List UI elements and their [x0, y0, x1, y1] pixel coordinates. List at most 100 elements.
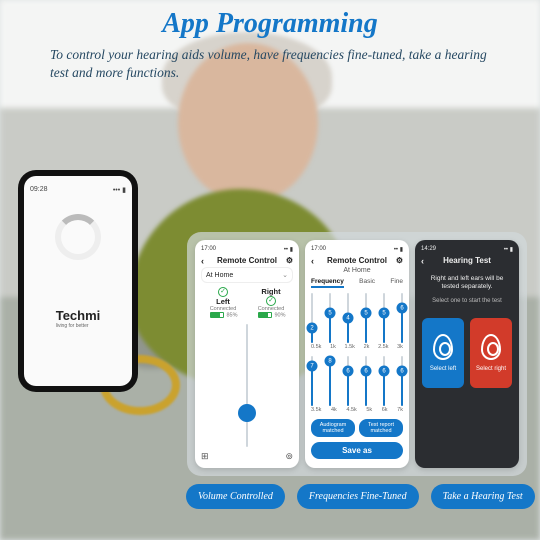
eq-bank-top[interactable]: 254556	[311, 293, 403, 343]
select-left-label: Select left	[430, 366, 456, 372]
eq-value: 5	[325, 308, 336, 319]
instruction-text: Right and left ears will be tested separ…	[427, 275, 507, 292]
eq-value: 8	[325, 356, 336, 367]
preset-chip[interactable]: Test report matched	[359, 419, 403, 437]
eq-freq-label: 3.5k	[311, 407, 321, 413]
mode-label: At Home	[311, 267, 403, 274]
brand-logo: Techmi living for better	[56, 308, 101, 329]
eq-slider[interactable]: 6	[365, 356, 367, 406]
screen-title: Remote Control	[327, 256, 387, 265]
eq-tabs: Frequency Basic Fine	[311, 278, 403, 288]
select-right-button[interactable]: Select right	[470, 318, 512, 388]
eq-slider[interactable]: 6	[383, 356, 385, 406]
eq-slider[interactable]: 6	[401, 356, 403, 406]
eq-slider[interactable]: 7	[311, 356, 313, 406]
eq-freq-label: 3k	[397, 344, 403, 350]
eq-freq-label: 1k	[330, 344, 336, 350]
preset-chip[interactable]: Audiogram matched	[311, 419, 355, 437]
feature-pill: Take a Hearing Test	[431, 484, 535, 509]
tab-frequency[interactable]: Frequency	[311, 278, 344, 288]
left-label: Left	[201, 297, 245, 306]
eq-freq-label: 5k	[366, 407, 372, 413]
status-bar: 09:28 ••• ▮	[30, 186, 126, 194]
eq-value: 4	[343, 313, 354, 324]
eq-freq-label: 4.5k	[346, 407, 356, 413]
screen-title: Hearing Test	[443, 256, 491, 265]
eq-freq-label: 1.5k	[345, 344, 355, 350]
eq-labels-bottom: 3.5k 4k 4.5k 5k 6k 7k	[311, 407, 403, 413]
eq-value: 6	[343, 366, 354, 377]
loading-spinner-icon	[55, 214, 101, 260]
status-time: 09:28	[30, 186, 48, 194]
eq-slider[interactable]: 4	[347, 293, 349, 343]
select-prompt: Select one to start the test	[421, 298, 513, 304]
eq-bank-bottom[interactable]: 786666	[311, 356, 403, 406]
status-icons: •• ▮	[284, 246, 293, 253]
eq-value: 2	[307, 323, 318, 334]
right-battery-pct: 90%	[274, 312, 285, 318]
gear-icon[interactable]: ⚙	[396, 256, 403, 265]
status-icons: •• ▮	[394, 246, 403, 253]
eq-value: 6	[397, 366, 408, 377]
qr-icon[interactable]: ⊞	[201, 451, 209, 462]
eq-value: 6	[361, 366, 372, 377]
volume-knob[interactable]	[238, 404, 256, 422]
preset-chips: Audiogram matchedTest report matched	[311, 419, 403, 437]
eq-slider[interactable]: 2	[311, 293, 313, 343]
eq-freq-label: 2k	[364, 344, 370, 350]
ear-icon	[481, 334, 501, 360]
app-screens-group: 17:00 •• ▮ ‹ Remote Control ⚙ At Home ⌄ ✓…	[187, 232, 527, 476]
eq-slider[interactable]: 5	[383, 293, 385, 343]
page-subtitle: To control your hearing aids volume, hav…	[50, 46, 500, 82]
ear-icon	[433, 334, 453, 360]
eq-freq-label: 2.5k	[378, 344, 388, 350]
gear-icon[interactable]: ⚙	[286, 256, 293, 265]
eq-freq-label: 7k	[397, 407, 403, 413]
battery-icon	[258, 312, 272, 318]
screen-volume: 17:00 •• ▮ ‹ Remote Control ⚙ At Home ⌄ ✓…	[195, 240, 299, 468]
tab-fine[interactable]: Fine	[390, 278, 403, 288]
ear-status-row: ✓ Left Connected 85% Right ✓ Connected 9…	[201, 287, 293, 318]
eq-labels-top: 0.5k 1k 1.5k 2k 2.5k 3k	[311, 344, 403, 350]
eq-slider[interactable]: 6	[401, 293, 403, 343]
select-left-button[interactable]: Select left	[422, 318, 464, 388]
left-battery-pct: 85%	[226, 312, 237, 318]
tab-basic[interactable]: Basic	[359, 278, 375, 288]
back-icon[interactable]: ‹	[311, 256, 314, 266]
volume-slider[interactable]	[201, 324, 293, 447]
mode-label: At Home	[206, 272, 233, 279]
check-icon: ✓	[266, 296, 276, 306]
status-time: 17:00	[201, 246, 216, 253]
settings-icon[interactable]: ⊚	[285, 451, 293, 462]
feature-pill: Frequencies Fine-Tuned	[297, 484, 419, 509]
eq-value: 5	[361, 308, 372, 319]
eq-slider[interactable]: 8	[329, 356, 331, 406]
save-button[interactable]: Save as	[311, 442, 403, 459]
eq-slider[interactable]: 5	[329, 293, 331, 343]
handheld-phone: 09:28 ••• ▮ Techmi living for better	[18, 170, 138, 392]
status-time: 17:00	[311, 246, 326, 253]
screen-title: Remote Control	[217, 256, 277, 265]
right-label: Right	[249, 287, 293, 296]
eq-slider[interactable]: 6	[347, 356, 349, 406]
battery-icon	[210, 312, 224, 318]
mode-selector[interactable]: At Home ⌄	[201, 267, 293, 283]
eq-value: 5	[379, 308, 390, 319]
chevron-down-icon: ⌄	[282, 271, 288, 279]
select-right-label: Select right	[476, 366, 506, 372]
eq-value: 6	[379, 366, 390, 377]
status-icons: •• ▮	[504, 246, 513, 253]
back-icon[interactable]: ‹	[201, 256, 204, 266]
eq-value: 6	[397, 303, 408, 314]
feature-pill: Volume Controlled	[186, 484, 285, 509]
eq-freq-label: 0.5k	[311, 344, 321, 350]
eq-freq-label: 6k	[382, 407, 388, 413]
eq-slider[interactable]: 5	[365, 293, 367, 343]
page-title: App Programming	[0, 8, 540, 40]
back-icon[interactable]: ‹	[421, 256, 424, 266]
status-icons: ••• ▮	[113, 186, 126, 194]
eq-freq-label: 4k	[331, 407, 337, 413]
check-icon: ✓	[218, 287, 228, 297]
eq-value: 7	[307, 361, 318, 372]
screen-equalizer: 17:00 •• ▮ ‹ Remote Control ⚙ At Home Fre…	[305, 240, 409, 468]
